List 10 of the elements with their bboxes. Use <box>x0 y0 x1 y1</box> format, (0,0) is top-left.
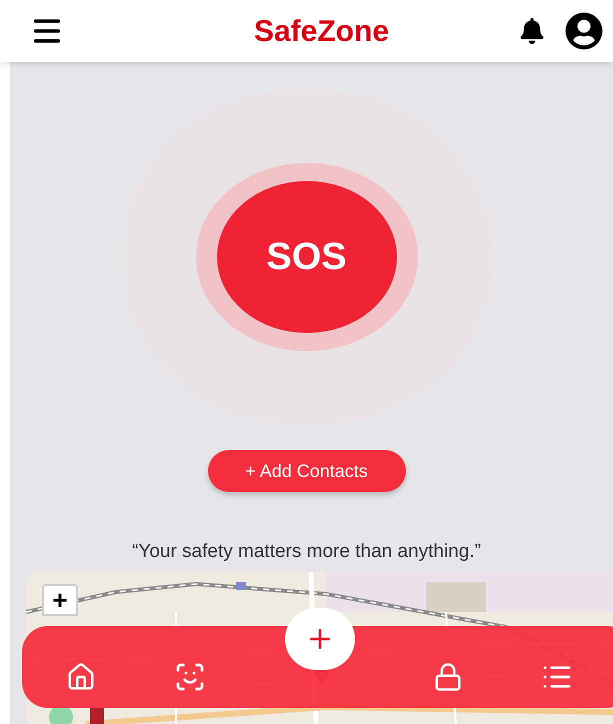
home-icon[interactable] <box>66 662 96 692</box>
add-contacts-button[interactable]: + Add Contacts <box>208 450 406 492</box>
quote-text: “Your safety matters more than anything.” <box>132 540 481 564</box>
notification-icon[interactable] <box>519 18 545 44</box>
app-title: SafeZone <box>252 14 390 50</box>
lock-icon[interactable] <box>432 662 463 692</box>
sos-button[interactable]: SOS <box>216 181 396 333</box>
face-scan-icon[interactable] <box>174 661 206 693</box>
profile-icon[interactable] <box>565 12 603 50</box>
zoom-in-button[interactable]: + <box>42 584 78 616</box>
